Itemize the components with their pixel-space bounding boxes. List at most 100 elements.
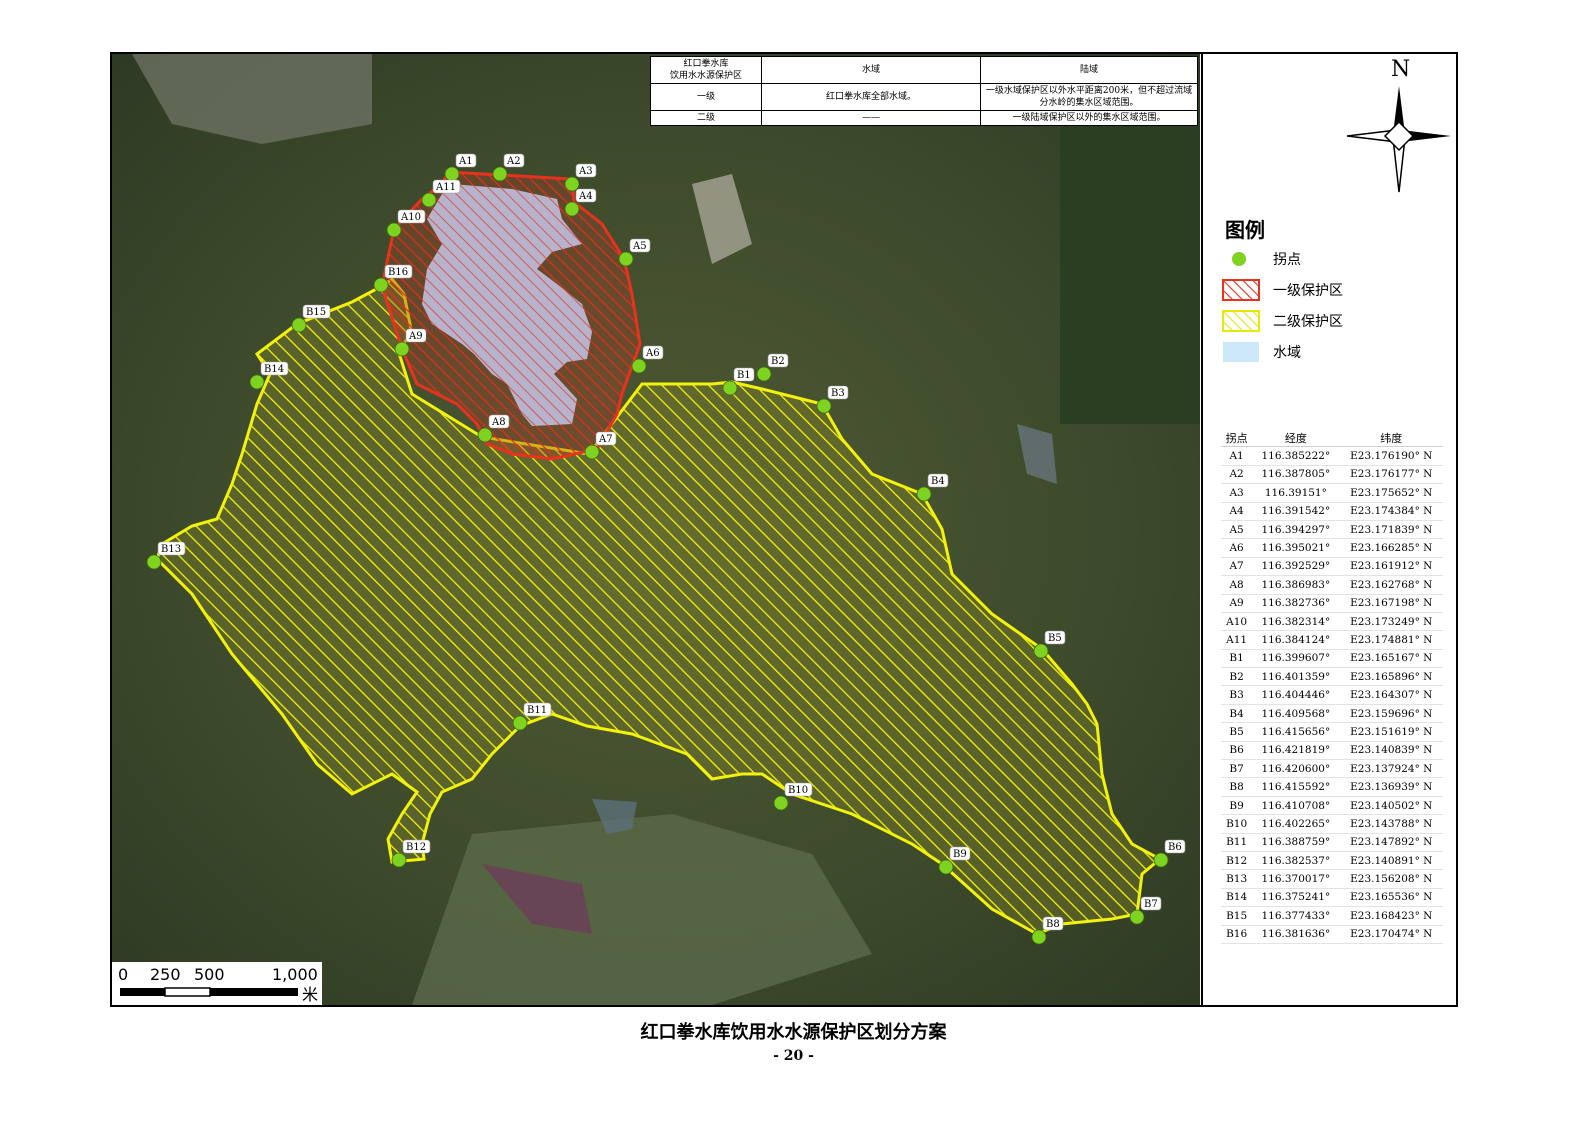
- inflection-point-marker[interactable]: [391, 852, 407, 868]
- table-row: B7 116.420600° E23.137924° N: [1221, 759, 1443, 779]
- coord-point-id: A4: [1221, 502, 1253, 521]
- table-header-water: 水域: [761, 56, 981, 84]
- inflection-point-label: B4: [931, 476, 945, 487]
- coord-point-id: A7: [1221, 557, 1253, 577]
- inflection-point-marker[interactable]: [373, 277, 389, 293]
- table-row: A4 116.391542° E23.174384° N: [1221, 502, 1443, 521]
- inflection-point-label: A9: [408, 331, 423, 342]
- table-row: B14 116.375241° E23.165536° N: [1221, 888, 1443, 908]
- inflection-point-label: A8: [491, 417, 506, 428]
- legend-primary-zone-swatch: [1222, 279, 1260, 301]
- inflection-point-marker[interactable]: [631, 358, 647, 374]
- inflection-point-marker[interactable]: [421, 192, 437, 208]
- north-arrow: N: [1346, 57, 1451, 193]
- table-row: 红口拳水库 饮用水水源保护区 水域 陆域: [650, 56, 1198, 84]
- inflection-point-marker[interactable]: [146, 554, 162, 570]
- imagery-tile-east: [1060, 94, 1200, 424]
- inflection-point-marker[interactable]: [722, 380, 738, 396]
- inflection-point-marker[interactable]: [1129, 909, 1145, 925]
- coord-longitude: 116.420600°: [1252, 759, 1340, 779]
- coord-latitude: E23.167198° N: [1339, 594, 1443, 613]
- coord-latitude: E23.165536° N: [1339, 888, 1443, 908]
- coord-longitude: 116.381636°: [1252, 925, 1340, 944]
- table-row: A11 116.384124° E23.174881° N: [1221, 630, 1443, 650]
- north-arrow-label: N: [1391, 57, 1410, 82]
- inflection-point-marker[interactable]: [1031, 929, 1047, 945]
- inflection-point-marker[interactable]: [477, 427, 493, 443]
- inflection-point-marker[interactable]: [444, 166, 460, 182]
- coord-point-id: B2: [1221, 667, 1253, 687]
- legend-title: 图例: [1225, 218, 1265, 242]
- legend-secondary-zone-swatch: [1222, 310, 1260, 332]
- inflection-point-label: B5: [1048, 633, 1062, 644]
- coord-longitude: 116.404446°: [1252, 685, 1340, 705]
- coord-latitude: E23.164307° N: [1339, 685, 1443, 705]
- coord-latitude: E23.136939° N: [1339, 777, 1443, 797]
- coord-latitude: E23.140502° N: [1339, 796, 1443, 816]
- inflection-point-marker[interactable]: [492, 166, 508, 182]
- coordinate-table-header: 拐点 经度 纬度: [1221, 429, 1443, 448]
- table-row: A7 116.392529° E23.161912° N: [1221, 557, 1443, 577]
- satellite-map[interactable]: A1 A2 A3 A4 A5 A6 A7 A8 A9 A10 A11 B1 B2 B3 B4 B5 B6 B7 B8…: [112, 54, 1200, 1005]
- inflection-point-marker[interactable]: [938, 859, 954, 875]
- inflection-point-label: B10: [788, 785, 808, 796]
- table-row: B1 116.399607° E23.165167° N: [1221, 649, 1443, 669]
- coord-point-id: B7: [1221, 759, 1253, 779]
- coord-longitude: 116.391542°: [1252, 502, 1340, 521]
- inflection-point-marker[interactable]: [394, 341, 410, 357]
- table-cell: 一级: [650, 83, 762, 111]
- table-row: B11 116.388759° E23.147892° N: [1221, 833, 1443, 852]
- inflection-point-label: A6: [645, 348, 660, 359]
- inflection-point-marker[interactable]: [773, 795, 789, 811]
- inflection-point-marker[interactable]: [291, 317, 307, 333]
- inflection-point-label: A7: [598, 434, 613, 445]
- coord-latitude: E23.161912° N: [1339, 557, 1443, 577]
- table-row: B8 116.415592° E23.136939° N: [1221, 777, 1443, 797]
- inflection-point-label: B13: [161, 544, 181, 555]
- coord-point-id: B14: [1221, 888, 1253, 908]
- coord-point-id: A5: [1221, 520, 1253, 540]
- inflection-point-label: A10: [400, 212, 421, 223]
- legend-item-primary-zone: 一级保护区: [1221, 278, 1441, 302]
- inflection-point-label: B2: [771, 356, 785, 367]
- inflection-point-marker[interactable]: [512, 715, 528, 731]
- inflection-point-marker[interactable]: [564, 201, 580, 217]
- inflection-point-marker[interactable]: [386, 222, 402, 238]
- scale-segment-3: [210, 988, 298, 996]
- table-row: B16 116.381636° E23.170474° N: [1221, 925, 1443, 944]
- coord-latitude: E23.156208° N: [1339, 869, 1443, 889]
- inflection-point-marker[interactable]: [756, 366, 772, 382]
- coord-longitude: 116.382314°: [1252, 612, 1340, 632]
- table-row: B15 116.377433° E23.168423° N: [1221, 906, 1443, 926]
- table-row: A8 116.386983° E23.162768° N: [1221, 575, 1443, 595]
- coord-longitude: 116.415656°: [1252, 722, 1340, 742]
- page-number: - 20 -: [773, 1048, 814, 1064]
- north-arrow-center: [1383, 120, 1415, 152]
- inflection-point-marker[interactable]: [1153, 852, 1169, 868]
- inflection-point-marker[interactable]: [916, 486, 932, 502]
- inflection-point-marker[interactable]: [564, 176, 580, 192]
- coord-latitude: E23.168423° N: [1339, 906, 1443, 926]
- coord-longitude: 116.415592°: [1252, 777, 1340, 797]
- scale-tick-0: 0: [118, 965, 128, 984]
- coord-point-id: B13: [1221, 869, 1253, 889]
- inflection-point-marker[interactable]: [1033, 643, 1049, 659]
- inflection-point-marker[interactable]: [584, 444, 600, 460]
- inflection-point-label: A1: [458, 156, 473, 167]
- coord-longitude: 116.384124°: [1252, 630, 1340, 650]
- coordinate-table: 拐点 经度 纬度 A1 116.385222° E23.176190° N A2 116…: [1221, 429, 1443, 944]
- legend-panel: N 图例 拐点 一级保护区 二级保护区 水域 拐点 经度 纬度 A1 116.3…: [1201, 54, 1456, 1005]
- inflection-point-marker[interactable]: [816, 398, 832, 414]
- coord-longitude: 116.410708°: [1252, 796, 1340, 816]
- coord-longitude: 116.392529°: [1252, 557, 1340, 577]
- scale-tick-500: 500: [194, 965, 225, 984]
- coord-latitude: E23.176177° N: [1339, 465, 1443, 485]
- inflection-point-marker[interactable]: [249, 374, 265, 390]
- inflection-point-label: B14: [264, 364, 284, 375]
- inflection-point-marker[interactable]: [618, 251, 634, 267]
- coord-point-id: A1: [1221, 446, 1253, 466]
- legend-water-swatch: [1223, 342, 1259, 362]
- coord-point-id: B10: [1221, 814, 1253, 834]
- coord-longitude: 116.382736°: [1252, 594, 1340, 613]
- table-row: 二级 —— 一级陆域保护区以外的集水区域范围。: [650, 110, 1198, 126]
